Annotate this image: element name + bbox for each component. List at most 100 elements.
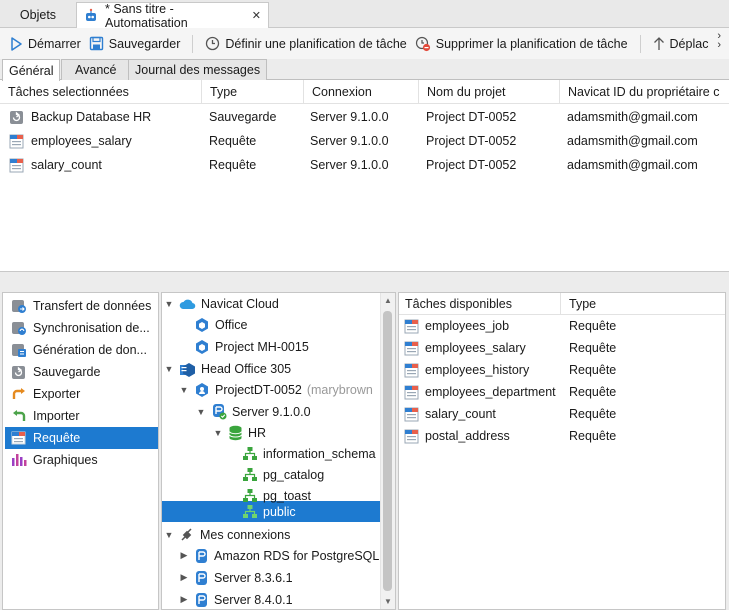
expand-arrow-icon[interactable]: ▼ <box>213 428 223 438</box>
task-project: Project DT-0052 <box>426 110 517 124</box>
tree-item-project-mh[interactable]: Project MH-0015 <box>194 336 309 357</box>
table-header: Tâches selectionnées Type Connexion Nom … <box>0 80 729 104</box>
tree-scrollbar[interactable]: ▲ ▼ <box>380 293 395 609</box>
query-icon <box>9 134 24 149</box>
collapsed-arrow-icon[interactable]: ▶ <box>179 572 189 583</box>
expand-arrow-icon[interactable]: ▼ <box>164 364 174 374</box>
sidebar-item-label: Transfert de données <box>33 299 152 313</box>
available-task-name: employees_department <box>425 385 556 399</box>
sidebar-item-charts[interactable]: Graphiques <box>5 449 158 471</box>
tab-general[interactable]: Général <box>2 59 61 81</box>
tree-item-database-hr[interactable]: ▼ HR <box>213 422 266 443</box>
expand-arrow-icon[interactable]: ▼ <box>164 530 174 540</box>
column-header-tasks[interactable]: Tâches selectionnées <box>0 80 201 104</box>
sidebar-item-data-generation[interactable]: Génération de don... <box>5 339 158 361</box>
tree-item-label: information_schema <box>263 446 376 461</box>
tree-item-connection[interactable]: ▶ Amazon RDS for PostgreSQL <box>179 545 379 566</box>
scroll-up-icon[interactable]: ▲ <box>384 296 392 305</box>
set-schedule-label: Définir une planification de tâche <box>225 36 407 51</box>
list-item[interactable]: employees_salary Requête <box>399 337 725 359</box>
table-row[interactable]: salary_count Requête Server 9.1.0.0 Proj… <box>0 153 729 177</box>
task-owner: adamsmith@gmail.com <box>567 134 698 148</box>
delete-schedule-button[interactable]: Supprimer la planification de tâche <box>411 31 632 57</box>
task-connection: Server 9.1.0.0 <box>310 110 389 124</box>
table-row[interactable]: Backup Database HR Sauvegarde Server 9.1… <box>0 105 729 129</box>
column-header-owner[interactable]: Navicat ID du propriétaire c <box>559 80 729 104</box>
save-button[interactable]: Sauvegarder <box>85 31 185 57</box>
database-icon <box>228 425 243 441</box>
tree-item-schema[interactable]: pg_catalog <box>242 464 324 485</box>
scrollbar-thumb[interactable] <box>383 311 392 591</box>
tab-objects[interactable]: Objets <box>0 2 76 28</box>
tree-item-head-office[interactable]: ▼ Head Office 305 <box>164 358 291 379</box>
selected-tasks-table[interactable]: Tâches selectionnées Type Connexion Nom … <box>0 80 729 272</box>
sync-icon <box>11 320 27 336</box>
query-icon <box>404 385 419 400</box>
tree-item-server-910[interactable]: ▼ Server 9.1.0.0 <box>196 401 311 422</box>
tab-automation[interactable]: * Sans titre - Automatisation ✕ <box>76 2 269 30</box>
move-up-label: Déplac <box>669 36 709 51</box>
tree-item-project-dt[interactable]: ▼ ProjectDT-0052 (marybrown <box>179 379 373 400</box>
schema-icon <box>242 467 258 482</box>
sidebar-item-label: Génération de don... <box>33 343 147 357</box>
sidebar-item-export[interactable]: Exporter <box>5 383 158 405</box>
sidebar-item-label: Requête <box>33 431 81 445</box>
tree-item-schema-selected[interactable]: public <box>242 501 296 522</box>
sidebar-item-label: Sauvegarde <box>33 365 101 379</box>
collapsed-arrow-icon[interactable]: ▶ <box>179 550 189 561</box>
expand-arrow-icon[interactable]: ▼ <box>164 299 174 309</box>
tree-item-label: Amazon RDS for PostgreSQL <box>214 548 380 563</box>
available-task-type: Requête <box>569 363 617 377</box>
import-icon <box>11 408 27 424</box>
tree-item-navicat-cloud[interactable]: ▼ Navicat Cloud <box>164 293 279 314</box>
list-item[interactable]: postal_address Requête <box>399 425 725 447</box>
tab-advanced[interactable]: Avancé <box>61 59 131 80</box>
available-task-type: Requête <box>569 429 617 443</box>
list-item[interactable]: employees_history Requête <box>399 359 725 381</box>
start-button[interactable]: Démarrer <box>6 31 85 57</box>
document-tab-strip: Objets * Sans titre - Automatisation ✕ <box>0 0 729 30</box>
column-header-connection[interactable]: Connexion <box>303 80 418 104</box>
column-header-type[interactable]: Type <box>561 293 725 315</box>
close-tab-icon[interactable]: ✕ <box>252 9 261 22</box>
scroll-down-icon[interactable]: ▼ <box>384 597 392 606</box>
column-header-project[interactable]: Nom du projet <box>418 80 559 104</box>
settings-tabs: Général Avancé Journal des messages <box>0 59 729 81</box>
sidebar-item-backup[interactable]: Sauvegarde <box>5 361 158 383</box>
tree-item-office[interactable]: Office <box>194 314 247 335</box>
column-header-available-tasks[interactable]: Tâches disponibles <box>399 293 561 315</box>
list-item[interactable]: employees_job Requête <box>399 315 725 337</box>
project-users-icon <box>194 382 210 398</box>
sidebar-item-query[interactable]: Requête <box>5 427 158 449</box>
expand-arrow-icon[interactable]: ▼ <box>179 385 189 395</box>
available-task-type: Requête <box>569 407 617 421</box>
sidebar-item-import[interactable]: Importer <box>5 405 158 427</box>
tree-item-schema[interactable]: information_schema <box>242 443 376 464</box>
connection-tree[interactable]: ▼ Navicat Cloud Office Project MH-0015 ▼… <box>161 292 396 610</box>
list-item[interactable]: employees_department Requête <box>399 381 725 403</box>
list-item[interactable]: salary_count Requête <box>399 403 725 425</box>
tree-item-connection[interactable]: ▶ Server 8.3.6.1 <box>179 567 293 588</box>
available-tasks-list[interactable]: Tâches disponibles Type employees_job Re… <box>398 292 726 610</box>
sidebar-item-sync[interactable]: Synchronisation de... <box>5 317 158 339</box>
backup-icon <box>9 110 24 125</box>
tree-item-my-connections[interactable]: ▼ Mes connexions <box>164 524 291 545</box>
available-task-type: Requête <box>569 385 617 399</box>
task-type: Requête <box>209 158 257 172</box>
move-up-button[interactable]: Déplac <box>649 31 713 57</box>
task-category-list[interactable]: Transfert de données Synchronisation de.… <box>2 292 159 610</box>
tree-item-label: public <box>263 504 296 519</box>
collapsed-arrow-icon[interactable]: ▶ <box>179 594 189 605</box>
save-icon <box>89 36 104 51</box>
tree-item-label: Head Office 305 <box>201 361 292 376</box>
tree-item-connection[interactable]: ▶ Server 8.4.0.1 <box>179 589 293 609</box>
column-header-type[interactable]: Type <box>201 80 303 104</box>
expand-arrow-icon[interactable]: ▼ <box>196 407 206 417</box>
tab-message-log[interactable]: Journal des messages <box>128 59 268 80</box>
sidebar-item-data-transfer[interactable]: Transfert de données <box>5 295 158 317</box>
table-row[interactable]: employees_salary Requête Server 9.1.0.0 … <box>0 129 729 153</box>
data-transfer-icon <box>11 298 27 314</box>
available-task-name: employees_salary <box>425 341 526 355</box>
set-schedule-button[interactable]: Définir une planification de tâche <box>201 31 410 57</box>
toolbar-overflow-icon[interactable]: › › <box>717 31 721 51</box>
